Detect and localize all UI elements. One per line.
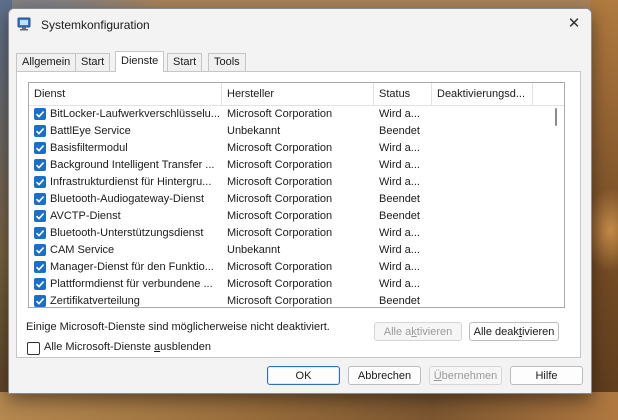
- enable-all-label-pre: Alle a: [383, 326, 412, 338]
- disable-all-button[interactable]: Alle deaktivieren: [469, 322, 559, 341]
- close-icon[interactable]: ✕: [561, 13, 587, 35]
- apply-button[interactable]: Übernehmen: [429, 366, 502, 385]
- title-bar[interactable]: Systemkonfiguration ✕: [9, 9, 591, 39]
- service-name: BattlEye Service: [50, 125, 131, 137]
- service-manufacturer: Microsoft Corporation: [227, 176, 333, 188]
- service-manufacturer: Microsoft Corporation: [227, 159, 333, 171]
- service-name: CAM Service: [50, 244, 115, 256]
- enable-all-label-post: tivieren: [416, 326, 453, 338]
- info-text: Einige Microsoft-Dienste sind möglicherw…: [26, 321, 330, 333]
- service-row[interactable]: Background Intelligent Transfer ... Micro…: [29, 157, 549, 174]
- service-status: Wird a...: [379, 278, 420, 290]
- service-checkbox[interactable]: [34, 142, 46, 154]
- services-list-scrollbar[interactable]: [550, 106, 563, 306]
- service-status: Wird a...: [379, 261, 420, 273]
- service-row[interactable]: Infrastrukturdienst für Hintergru... Micr…: [29, 174, 549, 191]
- hide-microsoft-services-checkbox[interactable]: [27, 342, 40, 355]
- service-checkbox[interactable]: [34, 227, 46, 239]
- service-checkbox[interactable]: [34, 261, 46, 273]
- hide-ms-label-post: usblenden: [160, 341, 211, 353]
- enable-all-button[interactable]: Alle aktivieren: [374, 322, 462, 341]
- service-checkbox[interactable]: [34, 210, 46, 222]
- services-list-header: Dienst Hersteller Status Deaktivierungsd…: [29, 83, 564, 106]
- service-status: Wird a...: [379, 142, 420, 154]
- service-name: Manager-Dienst für den Funktio...: [50, 261, 214, 273]
- tab-allgemein[interactable]: Allgemein: [16, 53, 77, 71]
- service-name: BitLocker-Laufwerkverschlüsselu...: [50, 108, 220, 120]
- service-checkbox[interactable]: [34, 295, 46, 307]
- service-status: Wird a...: [379, 176, 420, 188]
- service-manufacturer: Unbekannt: [227, 244, 281, 256]
- msconfig-app-icon: [17, 17, 31, 31]
- service-row[interactable]: AVCTP-Dienst Microsoft Corporation Beendet: [29, 208, 549, 225]
- service-name: Zertifikatverteilung: [50, 295, 140, 307]
- desktop-background-right: [590, 0, 618, 420]
- service-name: Infrastrukturdienst für Hintergru...: [50, 176, 212, 188]
- services-tab-panel: Dienst Hersteller Status Deaktivierungsd…: [16, 71, 581, 358]
- service-manufacturer: Microsoft Corporation: [227, 108, 333, 120]
- service-row[interactable]: Bluetooth-Unterstützungsdienst Microsoft …: [29, 225, 549, 242]
- desktop-background-bottom: [0, 392, 618, 420]
- ok-button[interactable]: OK: [267, 366, 340, 385]
- service-checkbox[interactable]: [34, 108, 46, 120]
- services-rows: BitLocker-Laufwerkverschlüsselu... Micros…: [29, 106, 549, 307]
- column-header-hersteller[interactable]: Hersteller: [222, 83, 374, 105]
- system-configuration-window: Systemkonfiguration ✕ Allgemein Start Di…: [8, 8, 592, 394]
- service-name: Background Intelligent Transfer ...: [50, 159, 215, 171]
- service-status: Beendet: [379, 193, 420, 205]
- disable-all-label-post: ivieren: [521, 326, 555, 338]
- hide-ms-label-pre: Alle Microsoft-Dienste: [44, 341, 155, 353]
- tab-start[interactable]: Start: [75, 53, 111, 71]
- service-status: Wird a...: [379, 159, 420, 171]
- service-row[interactable]: Zertifikatverteilung Microsoft Corporatio…: [29, 293, 549, 307]
- help-button[interactable]: Hilfe: [510, 366, 583, 385]
- service-row[interactable]: Plattformdienst für verbundene ... Micros…: [29, 276, 549, 293]
- window-title: Systemkonfiguration: [41, 18, 150, 32]
- service-status: Beendet: [379, 295, 420, 307]
- service-name: Bluetooth-Unterstützungsdienst: [50, 227, 204, 239]
- service-manufacturer: Microsoft Corporation: [227, 210, 333, 222]
- service-status: Wird a...: [379, 244, 420, 256]
- apply-label-post: bernehmen: [441, 370, 498, 382]
- service-status: Beendet: [379, 210, 420, 222]
- tab-start-2[interactable]: Start: [167, 53, 203, 71]
- service-manufacturer: Microsoft Corporation: [227, 193, 333, 205]
- service-status: Wird a...: [379, 227, 420, 239]
- service-name: Basisfiltermodul: [50, 142, 128, 154]
- service-manufacturer: Microsoft Corporation: [227, 278, 333, 290]
- service-manufacturer: Microsoft Corporation: [227, 295, 333, 307]
- services-list[interactable]: Dienst Hersteller Status Deaktivierungsd…: [28, 82, 565, 308]
- service-status: Beendet: [379, 125, 420, 137]
- column-header-deaktivierungsdatum[interactable]: Deaktivierungsd...: [432, 83, 533, 105]
- apply-accesskey: Ü: [433, 370, 442, 382]
- column-header-dienst[interactable]: Dienst: [29, 83, 222, 105]
- service-row[interactable]: Basisfiltermodul Microsoft Corporation Wir…: [29, 140, 549, 157]
- service-manufacturer: Microsoft Corporation: [227, 261, 333, 273]
- service-row[interactable]: BitLocker-Laufwerkverschlüsselu... Micros…: [29, 106, 549, 123]
- service-name: Plattformdienst für verbundene ...: [50, 278, 213, 290]
- service-checkbox[interactable]: [34, 193, 46, 205]
- tab-dienste[interactable]: Dienste: [115, 51, 165, 72]
- column-header-status[interactable]: Status: [374, 83, 432, 105]
- service-manufacturer: Unbekannt: [227, 125, 281, 137]
- service-checkbox[interactable]: [34, 176, 46, 188]
- service-checkbox[interactable]: [34, 244, 46, 256]
- service-status: Wird a...: [379, 108, 420, 120]
- service-row[interactable]: Manager-Dienst für den Funktio... Microso…: [29, 259, 549, 276]
- service-checkbox[interactable]: [34, 125, 46, 137]
- disable-all-label-pre: Alle deak: [473, 326, 519, 338]
- scrollbar-thumb[interactable]: [555, 108, 557, 126]
- tab-tools[interactable]: Tools: [208, 53, 246, 71]
- service-row[interactable]: BattlEye Service Unbekannt Beendet: [29, 123, 549, 140]
- service-row[interactable]: CAM Service Unbekannt Wird a...: [29, 242, 549, 259]
- service-name: Bluetooth-Audiogateway-Dienst: [50, 193, 205, 205]
- service-row[interactable]: Bluetooth-Audiogateway-Dienst Microsoft C…: [29, 191, 549, 208]
- service-manufacturer: Microsoft Corporation: [227, 142, 333, 154]
- service-checkbox[interactable]: [34, 278, 46, 290]
- service-checkbox[interactable]: [34, 159, 46, 171]
- service-manufacturer: Microsoft Corporation: [227, 227, 333, 239]
- service-name: AVCTP-Dienst: [50, 210, 121, 222]
- hide-microsoft-services-label[interactable]: Alle Microsoft-Dienste ausblenden: [44, 341, 211, 353]
- cancel-button[interactable]: Abbrechen: [348, 366, 421, 385]
